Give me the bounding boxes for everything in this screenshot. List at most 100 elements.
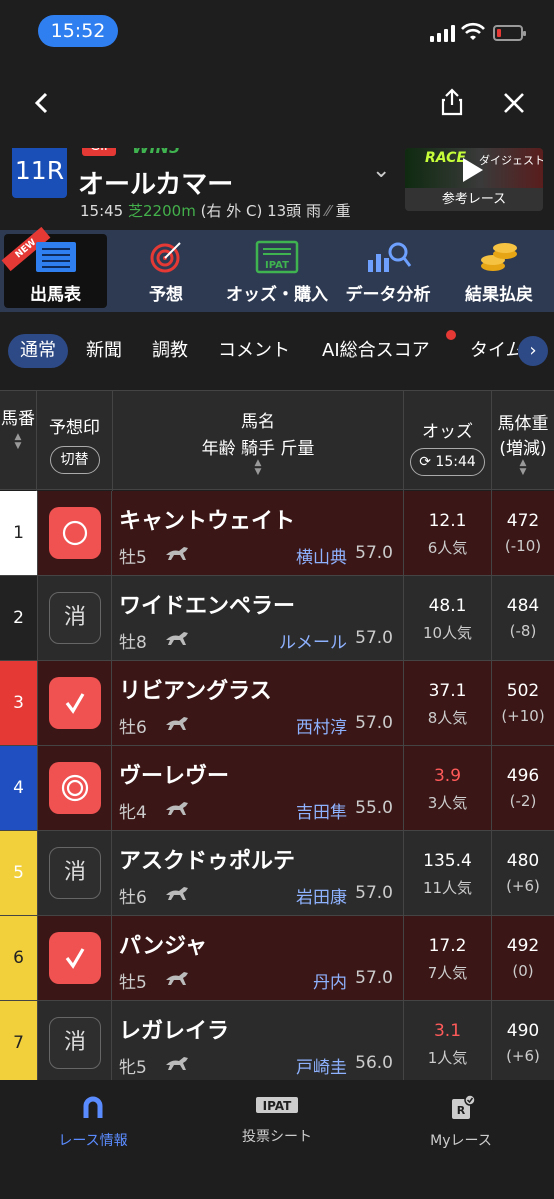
nav-bar [0,62,554,148]
horse-cell[interactable]: アスクドゥポルテ 牡6 岩田康 57.0 [113,831,404,915]
horse-name: ワイドエンペラー [119,594,296,619]
odds-cell[interactable]: 135.4 11人気 [404,831,492,915]
tab-results-payout[interactable]: 結果払戻 [448,230,550,312]
horse-cell[interactable]: キャントウェイト 牡5 横山典 57.0 [113,491,404,575]
odds-cell[interactable]: 37.1 8人気 [404,661,492,745]
jockey-name[interactable]: 吉田隼 [296,798,347,823]
scroll-right-button[interactable]: › [518,336,548,366]
bottom-nav-my-race[interactable]: R Myレース [396,1094,526,1150]
horse-cell[interactable]: リビアングラス 牡6 西村淳 57.0 [113,661,404,745]
horse-number: 4 [0,746,37,830]
table-row[interactable]: 1 キャントウェイト 牡5 横山典 57.0 12.1 6人気 472 (-10) [0,491,554,576]
odds-value: 37.1 [428,681,467,701]
col-number[interactable]: 馬番 ▲ ▼ [0,391,37,491]
table-row[interactable]: 3 リビアングラス 牡6 西村淳 57.0 37.1 8人気 502 (+10) [0,661,554,746]
prediction-mark-button[interactable] [49,507,101,559]
table-row[interactable]: 4 ヴーレヴー 牝4 吉田隼 55.0 3.9 3人気 496 (-2) [0,746,554,831]
back-button[interactable] [24,88,60,124]
odds-cell[interactable]: 3.1 1人気 [404,1001,492,1085]
horse-cell[interactable]: レガレイラ 牝5 戸崎圭 56.0 [113,1001,404,1085]
weight-carried: 57.0 [355,968,393,988]
tab-race-card[interactable]: NEW 出馬表 [1,226,107,308]
bottom-nav-race-info[interactable]: レース情報 [28,1094,158,1150]
odds-cell[interactable]: 17.2 7人気 [404,916,492,1000]
tab-data-analysis[interactable]: データ分析 [336,230,440,312]
bottom-nav-voting-sheet[interactable]: IPAT 投票シート [212,1094,342,1146]
col-horse[interactable]: 馬名 年齢 騎手 斤量 ▲ ▼ [113,391,404,491]
jockey-name[interactable]: 岩田康 [296,883,347,908]
tab-odds-purchase[interactable]: IPAT オッズ・購入 [222,230,332,312]
weight-carried: 57.0 [355,713,393,733]
weight-diff: (+6) [506,877,540,895]
horse-age: 牡6 [119,718,147,738]
table-row[interactable]: 7 消レガレイラ 牝5 戸崎圭 56.0 3.1 1人気 490 (+6) [0,1001,554,1086]
col-odds-label: オッズ [422,422,473,442]
horse-age: 牡5 [119,973,147,993]
col-horse-sub: 年齢 騎手 斤量 [201,439,315,459]
subtab-newspaper[interactable]: 新聞 [86,334,122,368]
close-button[interactable] [496,88,532,124]
horse-number: 6 [0,916,37,1000]
subtab-comment[interactable]: コメント [218,334,290,368]
weather: 雨 [305,202,321,220]
prediction-mark-button[interactable]: 消 [49,847,101,899]
horse-number: 2 [0,576,37,660]
prediction-mark-button[interactable] [49,932,101,984]
subtab-training[interactable]: 調教 [152,334,188,368]
jockey-name[interactable]: 横山典 [296,543,347,568]
tab-label: データ分析 [345,285,431,305]
jockey-name[interactable]: ルメール [279,628,347,653]
horse-cell[interactable]: ヴーレヴー 牝4 吉田隼 55.0 [113,746,404,830]
chevron-down-icon[interactable]: ⌄ [372,158,390,183]
chevron-right-icon: › [529,340,537,361]
share-button[interactable] [434,88,470,124]
odds-refresh-button[interactable]: ⟳ 15:44 [410,448,485,476]
popularity: 6人気 [427,539,468,557]
race-header[interactable]: 11R GII WIN5 オールカマー 15:45 芝2200m (右 外 C)… [0,148,554,230]
prediction-mark-button[interactable] [49,677,101,729]
tab-prediction[interactable]: 予想 [116,230,216,312]
table-row[interactable]: 6 パンジャ 牡5 丹内 57.0 17.2 7人気 492 (0) [0,916,554,1001]
table-header: 馬番 ▲ ▼ 予想印 切替 馬名 年齢 騎手 斤量 ▲ ▼ オッズ ⟳ 15:44 … [0,390,554,491]
battery-icon [493,25,526,41]
sort-icon: ▲ ▼ [519,458,527,477]
reference-race-video[interactable]: RACE ダイジェスト 参考レース [405,148,543,211]
prediction-cell: 消 [37,576,112,660]
win5-badge: WIN5 [132,148,180,157]
bottom-nav-label: レース情報 [58,1133,128,1149]
subtab-ai-score[interactable]: AI総合スコア [322,334,430,368]
col-odds[interactable]: オッズ ⟳ 15:44 [404,391,492,491]
prediction-cell: 消 [37,1001,112,1085]
odds-cell[interactable]: 48.1 10人気 [404,576,492,660]
prediction-cell [37,661,112,745]
race-logo: RACE [425,150,467,166]
col-prediction: 予想印 切替 [37,391,113,491]
refresh-icon: ⟳ [419,454,431,470]
prediction-mark-button[interactable] [49,762,101,814]
jockey-name[interactable]: 丹内 [313,968,347,993]
horse-name: パンジャ [119,934,208,959]
col-number-label: 馬番 [1,409,35,429]
ipat-icon: IPAT [255,240,299,274]
popularity: 10人気 [422,624,473,642]
jockey-name[interactable]: 戸崎圭 [296,1053,347,1078]
horse-icon [166,717,188,730]
prediction-mark-button[interactable]: 消 [49,1017,101,1069]
popularity: 7人気 [427,964,468,982]
status-time: 15:52 [38,15,118,47]
table-row[interactable]: 2 消ワイドエンペラー 牡8 ルメール 57.0 48.1 10人気 484 (-8) [0,576,554,661]
horse-cell[interactable]: パンジャ牡5 丹内 57.0 [113,916,404,1000]
odds-cell[interactable]: 12.1 6人気 [404,491,492,575]
col-weight[interactable]: 馬体重 (増減) ▲ ▼ [492,391,554,491]
odds-cell[interactable]: 3.9 3人気 [404,746,492,830]
subtab-time[interactable]: タイム [470,334,518,368]
horse-icon [166,802,188,815]
horse-name: レガレイラ [119,1019,230,1044]
jockey-name[interactable]: 西村淳 [296,713,347,738]
toggle-button[interactable]: 切替 [49,446,100,474]
track-condition: 重 [335,202,351,220]
horse-cell[interactable]: ワイドエンペラー 牡8 ルメール 57.0 [113,576,404,660]
prediction-mark-button[interactable]: 消 [49,592,101,644]
subtab-normal[interactable]: 通常 [8,334,68,368]
table-row[interactable]: 5 消アスクドゥポルテ 牡6 岩田康 57.0 135.4 11人気 480 (+6) [0,831,554,916]
